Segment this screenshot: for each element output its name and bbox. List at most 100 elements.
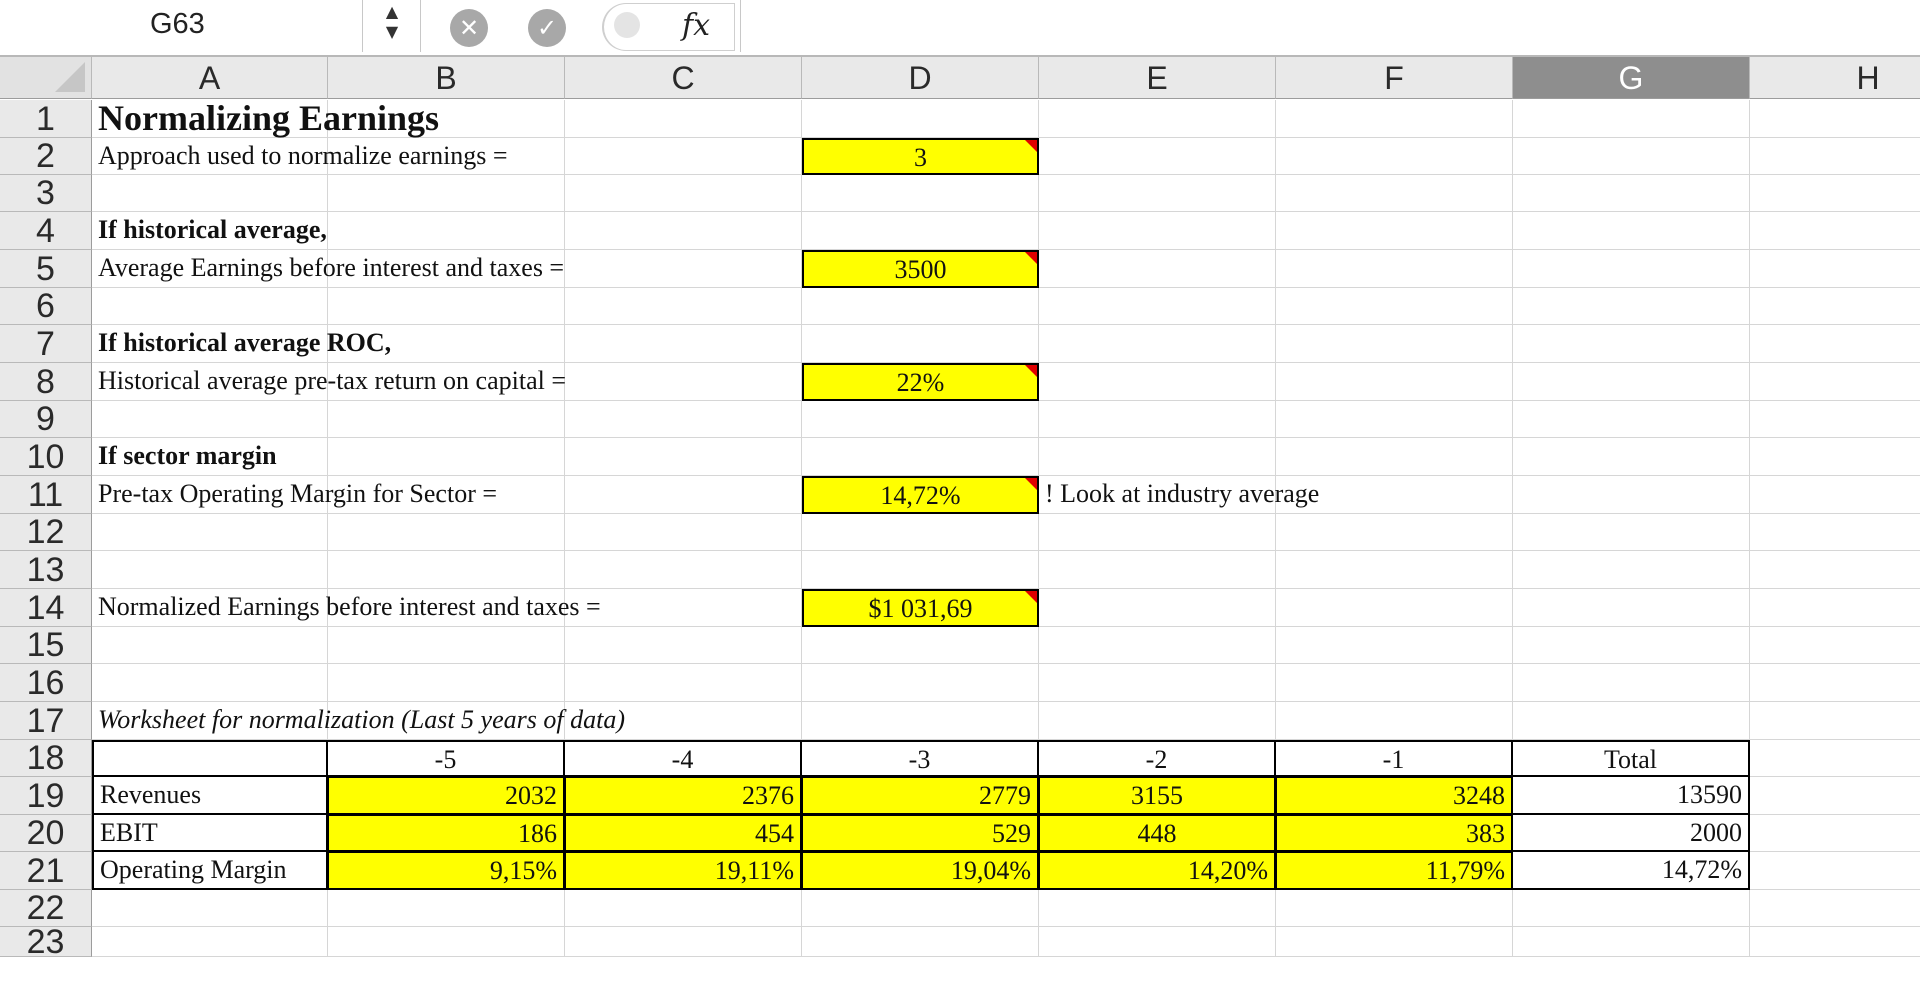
grid-cell[interactable] <box>1513 325 1750 363</box>
row-header-22[interactable]: 22 <box>0 890 92 927</box>
function-dropdown-icon[interactable] <box>614 12 640 38</box>
row-header-1[interactable]: 1 <box>0 100 92 138</box>
grid-cell[interactable] <box>1750 363 1920 401</box>
grid-cell[interactable] <box>1750 212 1920 250</box>
sector-margin-input[interactable]: 14,72% <box>802 476 1039 514</box>
grid-cell[interactable] <box>92 401 328 438</box>
row-header-16[interactable]: 16 <box>0 664 92 702</box>
grid-cell[interactable] <box>565 664 802 702</box>
grid-cell[interactable] <box>1513 212 1750 250</box>
grid-cell[interactable] <box>1750 325 1920 363</box>
grid-cell[interactable] <box>1276 438 1513 476</box>
row-header-10[interactable]: 10 <box>0 438 92 476</box>
table-value-cell[interactable]: 2376 <box>565 777 802 815</box>
grid-cell[interactable] <box>1750 740 1920 777</box>
grid-cell[interactable] <box>1513 401 1750 438</box>
column-header-g[interactable]: G <box>1513 57 1750 99</box>
historical-average-heading[interactable]: If historical average, <box>92 212 802 250</box>
row-header-21[interactable]: 21 <box>0 852 92 890</box>
historical-roc-heading[interactable]: If historical average ROC, <box>92 325 802 363</box>
average-ebit-input[interactable]: 3500 <box>802 250 1039 288</box>
grid-cell[interactable] <box>1276 363 1513 401</box>
column-header-f[interactable]: F <box>1276 57 1513 99</box>
column-header-a[interactable]: A <box>92 57 328 99</box>
grid-cell[interactable] <box>565 514 802 551</box>
table-value-cell[interactable]: 11,79% <box>1276 852 1513 890</box>
row-header-23[interactable]: 23 <box>0 927 92 957</box>
row-header-7[interactable]: 7 <box>0 325 92 363</box>
grid-cell[interactable] <box>1750 777 1920 815</box>
table-value-cell[interactable]: 2779 <box>802 777 1039 815</box>
grid-cell[interactable] <box>802 212 1039 250</box>
table-value-cell[interactable]: 454 <box>565 815 802 852</box>
row-header-2[interactable]: 2 <box>0 138 92 175</box>
grid-cell[interactable] <box>1513 175 1750 212</box>
grid-cell[interactable] <box>1276 589 1513 627</box>
roc-input[interactable]: 22% <box>802 363 1039 401</box>
table-value-cell[interactable]: 9,15% <box>328 852 565 890</box>
grid-cell[interactable] <box>1276 401 1513 438</box>
grid-cell[interactable] <box>1276 175 1513 212</box>
grid-cell[interactable] <box>802 627 1039 664</box>
industry-average-note[interactable]: ! Look at industry average <box>1039 476 1750 514</box>
grid-cell[interactable] <box>1513 702 1750 740</box>
grid-cell[interactable] <box>1039 212 1276 250</box>
stepper-up-icon[interactable]: ▲ <box>374 4 410 24</box>
year-header[interactable]: -5 <box>328 740 565 777</box>
grid-cell[interactable] <box>1039 551 1276 589</box>
grid-cell[interactable] <box>1513 250 1750 288</box>
row-header-11[interactable]: 11 <box>0 476 92 514</box>
column-header-c[interactable]: C <box>565 57 802 99</box>
table-row-label[interactable]: Operating Margin <box>92 852 328 890</box>
row-header-15[interactable]: 15 <box>0 627 92 664</box>
grid-cell[interactable] <box>565 890 802 927</box>
grid-cell[interactable] <box>1750 627 1920 664</box>
grid-cell[interactable] <box>1039 438 1276 476</box>
grid-cell[interactable] <box>1513 589 1750 627</box>
grid-cell[interactable] <box>1513 438 1750 476</box>
grid-cell[interactable] <box>328 890 565 927</box>
grid-cell[interactable] <box>1750 438 1920 476</box>
grid-cell[interactable] <box>1750 138 1920 175</box>
row-header-8[interactable]: 8 <box>0 363 92 401</box>
year-header[interactable]: -4 <box>565 740 802 777</box>
table-value-cell[interactable]: 19,04% <box>802 852 1039 890</box>
grid-cell[interactable] <box>1039 250 1276 288</box>
worksheet-heading[interactable]: Worksheet for normalization (Last 5 year… <box>92 702 1039 740</box>
grid-cell[interactable] <box>802 927 1039 957</box>
grid-cell[interactable] <box>1276 890 1513 927</box>
grid-cell[interactable] <box>1276 664 1513 702</box>
grid-cell[interactable] <box>1513 288 1750 325</box>
grid-cell[interactable] <box>1276 702 1513 740</box>
grid-cell[interactable] <box>1513 100 1750 138</box>
grid-cell[interactable] <box>328 627 565 664</box>
normalized-ebit-label[interactable]: Normalized Earnings before interest and … <box>92 589 802 627</box>
grid-cell[interactable] <box>802 401 1039 438</box>
grid-cell[interactable] <box>1039 702 1276 740</box>
grid-cell[interactable] <box>328 664 565 702</box>
grid-cell[interactable] <box>1513 927 1750 957</box>
row-header-5[interactable]: 5 <box>0 250 92 288</box>
row-header-13[interactable]: 13 <box>0 551 92 589</box>
grid-cell[interactable] <box>1039 514 1276 551</box>
table-total-cell[interactable]: 13590 <box>1513 777 1750 815</box>
stepper-down-icon[interactable]: ▼ <box>374 24 410 44</box>
grid-cell[interactable] <box>1039 138 1276 175</box>
grid-cell[interactable] <box>1513 664 1750 702</box>
column-header-e[interactable]: E <box>1039 57 1276 99</box>
comment-indicator-icon[interactable] <box>1025 365 1037 377</box>
grid-cell[interactable] <box>1750 852 1920 890</box>
grid-cell[interactable] <box>565 927 802 957</box>
comment-indicator-icon[interactable] <box>1025 591 1037 603</box>
grid-cell[interactable] <box>1513 890 1750 927</box>
table-row-label[interactable]: Revenues <box>92 777 328 815</box>
grid-cell[interactable] <box>802 551 1039 589</box>
comment-indicator-icon[interactable] <box>1025 140 1037 152</box>
grid-cell[interactable] <box>328 551 565 589</box>
table-value-cell[interactable]: 529 <box>802 815 1039 852</box>
grid-cell[interactable] <box>802 514 1039 551</box>
grid-cell[interactable] <box>802 100 1039 138</box>
grid-cell[interactable] <box>1513 551 1750 589</box>
grid-cell[interactable] <box>1750 664 1920 702</box>
grid-cell[interactable] <box>1276 100 1513 138</box>
